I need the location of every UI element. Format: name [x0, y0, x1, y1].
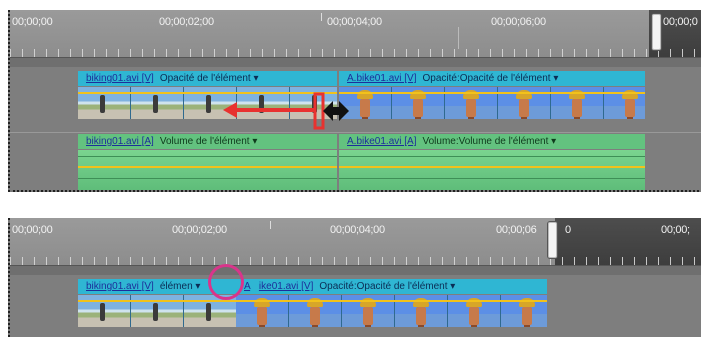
property-dropdown-icon[interactable]: ▾: [252, 136, 257, 147]
timecode-label: 00;00;04;00: [327, 16, 382, 28]
audio-clip-a-bike01[interactable]: A.bike01.avi [A] Volume:Volume de l'éléme…: [339, 134, 645, 190]
waveform-line: [339, 156, 645, 157]
clip-header: A.bike01.avi [A] Volume:Volume de l'éléme…: [339, 134, 645, 149]
current-time-indicator[interactable]: [547, 221, 558, 259]
clip-name-prefix[interactable]: A: [244, 281, 250, 292]
waveform-line: [339, 178, 645, 179]
clip-name[interactable]: biking01.avi [V]: [86, 281, 154, 292]
clip-name[interactable]: A.bike01.avi [V]: [347, 73, 416, 84]
property-dropdown-icon[interactable]: ▾: [195, 281, 200, 292]
timecode-label: 00;00;00: [12, 224, 53, 236]
audio-waveform-area: [78, 150, 337, 190]
timeline-panel-top: 00;00;00 00;00;02;00 00;00;04;00 00;00;0…: [8, 10, 701, 192]
time-ruler[interactable]: 00;00;00 00;00;02;00 00;00;04;00 00;00;0…: [10, 10, 701, 68]
property-label: Opacité:Opacité de l'élément: [422, 73, 551, 84]
current-time-indicator[interactable]: [651, 13, 662, 51]
waveform-line: [78, 178, 337, 179]
property-label: Volume de l'élément: [159, 136, 250, 147]
clip-name[interactable]: biking01.avi [V]: [86, 73, 154, 84]
timeline-panel-bottom: 00;00;00 00;00;02;00 00;00;04;00 00;00;0…: [8, 218, 701, 337]
time-ruler[interactable]: 00;00;00 00;00;02;00 00;00;04;00 00;00;0…: [10, 218, 701, 276]
ruler-ticks: [10, 49, 701, 57]
track-separator: [10, 132, 701, 133]
video-clip-a-bike01[interactable]: A ike01.avi [V] Opacité:Opacité de l'élém…: [236, 279, 547, 337]
edit-point-highlight: [208, 264, 244, 300]
timecode-label: 00;00;: [661, 224, 690, 236]
opacity-rubber-band[interactable]: [78, 300, 236, 302]
video-clip-a-bike01[interactable]: A.bike01.avi [V] Opacité:Opacité de l'élé…: [339, 71, 645, 131]
timecode-label: 0: [565, 224, 571, 236]
clip-header: A.bike01.avi [V] Opacité:Opacité de l'élé…: [339, 71, 645, 86]
clip-header: A ike01.avi [V] Opacité:Opacité de l'élém…: [236, 279, 547, 294]
ruler-ticks: [10, 257, 701, 265]
ruler-marker: [458, 27, 459, 49]
opacity-rubber-band[interactable]: [78, 92, 337, 94]
arrow-left-icon: [223, 102, 315, 118]
property-dropdown-icon[interactable]: ▾: [551, 136, 556, 147]
audio-clip-biking01[interactable]: biking01.avi [A] Volume de l'élément ▾: [78, 134, 337, 190]
clip-header: biking01.avi [V] Opacité de l'élément ▾: [78, 71, 337, 86]
timecode-label: 00;00;00: [12, 16, 53, 28]
track-area: biking01.avi [V] Opacité de l'élément ▾ A…: [10, 67, 701, 190]
timecode-label: 00;00;04;00: [330, 224, 385, 236]
audio-waveform-area: [339, 150, 645, 190]
volume-rubber-band[interactable]: [78, 166, 337, 168]
timecode-label: 00;00;06: [496, 224, 537, 236]
timecode-label: 00;00;06;00: [491, 16, 546, 28]
property-dropdown-icon[interactable]: ▾: [553, 73, 558, 84]
timecode-label: 00;00;0: [663, 16, 698, 28]
waveform-line: [78, 156, 337, 157]
property-label: Volume:Volume de l'élément: [422, 136, 549, 147]
clip-name[interactable]: A.bike01.avi [A]: [347, 136, 416, 147]
timecode-label: 00;00;02;00: [159, 16, 214, 28]
property-label: Opacité de l'élément: [159, 73, 251, 84]
volume-rubber-band[interactable]: [339, 166, 645, 168]
clip-header: biking01.avi [A] Volume de l'élément ▾: [78, 134, 337, 149]
clip-name[interactable]: biking01.avi [A]: [86, 136, 154, 147]
trim-cursor-icon: [313, 92, 349, 130]
ruler-marker: [321, 13, 322, 21]
property-dropdown-icon[interactable]: ▾: [450, 281, 455, 292]
clip-name[interactable]: ike01.avi [V]: [259, 281, 313, 292]
ruler-marker: [270, 221, 271, 229]
opacity-rubber-band[interactable]: [236, 300, 547, 302]
timecode-label: 00;00;02;00: [172, 224, 227, 236]
opacity-rubber-band[interactable]: [339, 92, 645, 94]
property-label: Opacité:Opacité de l'élément: [319, 281, 448, 292]
property-dropdown-icon[interactable]: ▾: [253, 73, 258, 84]
track-area: biking01.avi [V] élémen ▾ A ike01.avi [V]…: [10, 275, 701, 337]
property-label: élémen: [159, 281, 193, 292]
